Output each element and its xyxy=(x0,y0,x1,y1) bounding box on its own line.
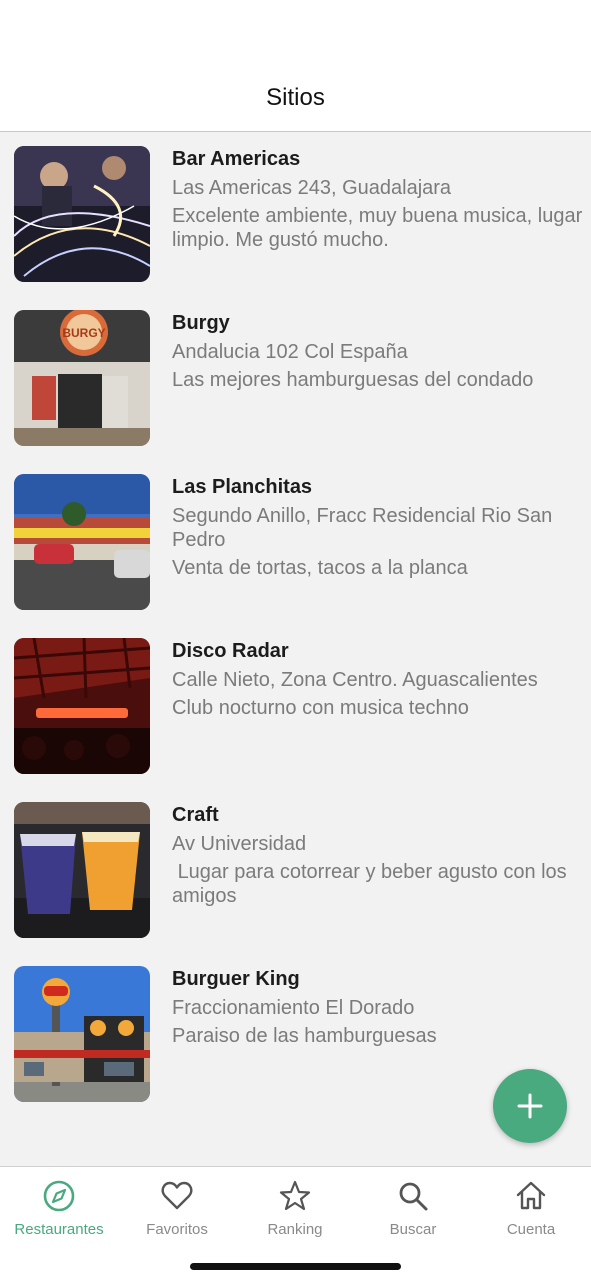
place-description: Venta de tortas, tacos a la planca xyxy=(172,557,468,579)
place-description: Las mejores hamburguesas del condado xyxy=(172,369,534,391)
place-name: Craft xyxy=(172,804,219,826)
list-item[interactable]: Las Planchitas Segundo Anillo, Fracc Res… xyxy=(0,460,591,624)
place-thumbnail: BURGY xyxy=(14,310,150,446)
place-thumbnail xyxy=(14,802,150,938)
tab-label: Restaurantes xyxy=(14,1221,104,1238)
tab-label: Cuenta xyxy=(506,1221,556,1238)
place-name: Burgy xyxy=(172,312,230,334)
tab-label: Ranking xyxy=(267,1221,323,1238)
list-item[interactable]: Bar Americas Las Americas 243, Guadalaja… xyxy=(0,132,591,296)
home-indicator xyxy=(190,1263,401,1270)
place-address: Las Americas 243, Guadalajara xyxy=(172,177,452,199)
place-description: Club nocturno con musica techno xyxy=(172,697,469,719)
place-description: Lugar para cotorrear y beber agusto con … xyxy=(172,861,573,907)
place-address: Fraccionamiento El Dorado xyxy=(172,997,415,1019)
place-thumbnail xyxy=(14,966,150,1102)
place-name: Burguer King xyxy=(172,968,300,990)
tab-restaurantes[interactable]: Restaurantes xyxy=(0,1167,118,1247)
place-name: Las Planchitas xyxy=(172,476,313,498)
list-item[interactable]: Disco Radar Calle Nieto, Zona Centro. Ag… xyxy=(0,624,591,788)
tab-buscar[interactable]: Buscar xyxy=(354,1167,472,1247)
heart-icon xyxy=(161,1181,193,1210)
search-icon xyxy=(399,1182,428,1211)
place-description: Excelente ambiente, muy buena musica, lu… xyxy=(172,205,588,251)
place-name: Bar Americas xyxy=(172,148,301,170)
tab-ranking[interactable]: Ranking xyxy=(236,1167,354,1247)
plus-icon xyxy=(517,1093,543,1119)
tab-cuenta[interactable]: Cuenta xyxy=(472,1167,590,1247)
app-header: Sitios xyxy=(0,0,591,132)
page-title: Sitios xyxy=(266,84,325,111)
sign-text: BURGY xyxy=(62,326,105,340)
place-address: Av Universidad xyxy=(172,833,307,855)
place-address: Andalucia 102 Col España xyxy=(172,341,408,363)
bottom-tab-bar: Restaurantes Favoritos Ranking Buscar Cu… xyxy=(0,1166,591,1280)
home-icon xyxy=(516,1181,546,1210)
tab-label: Buscar xyxy=(389,1221,437,1238)
place-name: Disco Radar xyxy=(172,640,289,662)
list-item[interactable]: Craft Av Universidad Lugar para cotorrea… xyxy=(0,788,591,952)
tab-favoritos[interactable]: Favoritos xyxy=(118,1167,236,1247)
list-item[interactable]: BURGY Burgy Andalucia 102 Col España Las… xyxy=(0,296,591,460)
add-place-button[interactable] xyxy=(493,1069,567,1143)
star-icon xyxy=(279,1180,311,1211)
place-thumbnail xyxy=(14,146,150,282)
place-address: Segundo Anillo, Fracc Residencial Rio Sa… xyxy=(172,505,558,551)
place-thumbnail xyxy=(14,474,150,610)
compass-icon xyxy=(43,1180,75,1212)
place-thumbnail xyxy=(14,638,150,774)
place-description: Paraiso de las hamburguesas xyxy=(172,1025,437,1047)
tab-label: Favoritos xyxy=(146,1221,208,1238)
place-address: Calle Nieto, Zona Centro. Aguascalientes xyxy=(172,669,538,691)
